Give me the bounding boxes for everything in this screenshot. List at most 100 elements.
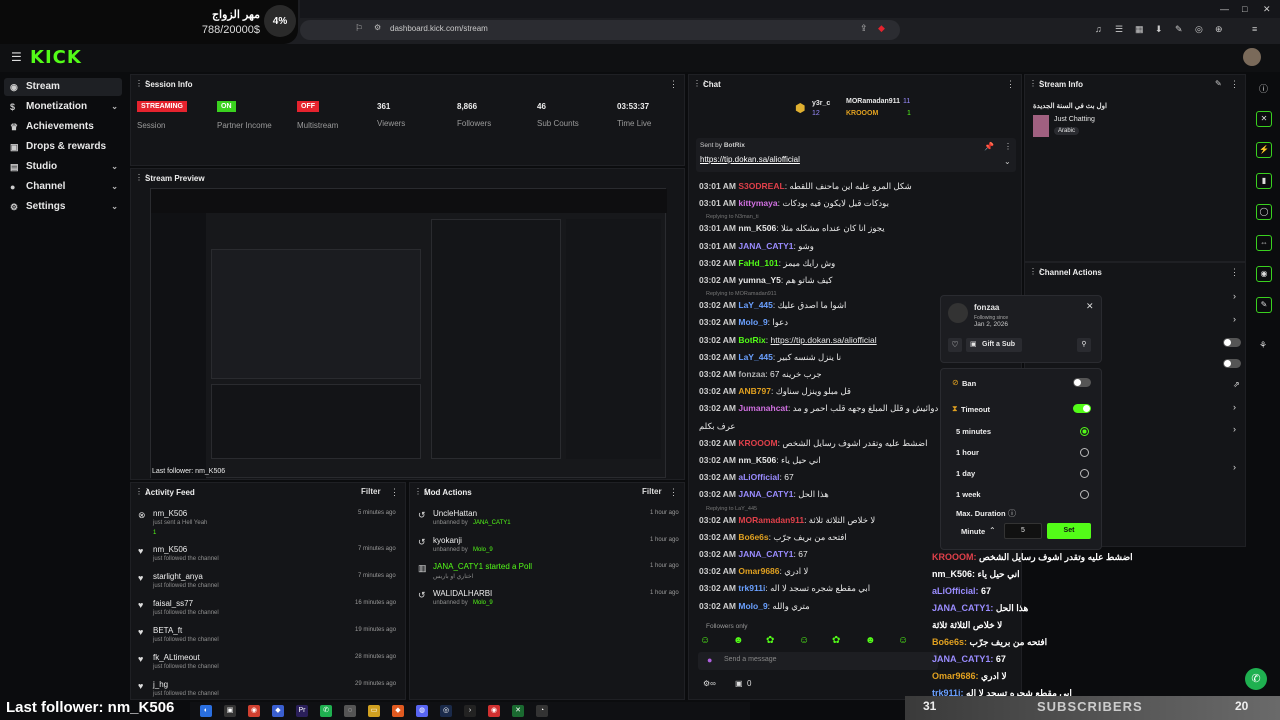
- filter-button[interactable]: Filter: [642, 487, 662, 496]
- copilot-icon[interactable]: ◐: [200, 705, 212, 717]
- duration-input[interactable]: 5: [1004, 523, 1042, 539]
- url-text[interactable]: dashboard.kick.com/stream: [390, 24, 488, 33]
- gift-sub-button[interactable]: ▣ Gift a Sub: [966, 338, 1022, 352]
- heart-icon[interactable]: ♡: [948, 338, 962, 352]
- store-icon[interactable]: ▣: [224, 705, 236, 717]
- chat-message[interactable]: 03:02 AM Molo_9: متري والله: [699, 601, 810, 612]
- kick-logo[interactable]: KICK: [30, 47, 82, 68]
- chat-message[interactable]: 03:02 AM aLiOfficial: 67: [699, 472, 794, 482]
- emote-icon[interactable]: ✿: [832, 635, 840, 646]
- chat-username[interactable]: Molo_9: [738, 317, 767, 327]
- xbox-icon[interactable]: ✕: [512, 705, 524, 717]
- extension-icon[interactable]: ✎: [1175, 24, 1183, 35]
- rail-tool-icon[interactable]: ✕: [1256, 111, 1272, 127]
- chat-message[interactable]: 03:02 AM FaHd_101: وش رايك ميمز: [699, 258, 835, 269]
- settings-icon[interactable]: ⚙∞: [703, 679, 716, 688]
- chat-message[interactable]: 03:02 AM trk911i: ابي مقطع شجره تسجد لا …: [699, 583, 870, 594]
- info-icon[interactable]: ⓘ: [1259, 82, 1268, 95]
- avatar[interactable]: [948, 303, 968, 323]
- user-card-name[interactable]: fonzaa: [974, 303, 999, 312]
- edit-icon[interactable]: ✎: [1215, 79, 1222, 88]
- maximize-icon[interactable]: □: [1242, 4, 1247, 14]
- chat-message[interactable]: 03:02 AM LaY_445: نا ينزل شنسه كبير: [699, 352, 841, 363]
- chevron-right-icon[interactable]: ›: [1233, 291, 1236, 301]
- activity-username[interactable]: nm_K506: [153, 545, 187, 554]
- stream-preview-video[interactable]: [150, 188, 667, 479]
- chat-input[interactable]: ● Send a message: [698, 652, 938, 670]
- chat-username[interactable]: Jumanahcat: [738, 403, 788, 413]
- activity-username[interactable]: starlight_anya: [153, 572, 203, 581]
- more-options-icon[interactable]: ⋮: [1230, 267, 1239, 278]
- chat-username[interactable]: nm_K506: [738, 455, 776, 465]
- chat-message[interactable]: 03:02 AM Bo6e6s: افتحه من بريف جرّب: [699, 532, 847, 543]
- chat-message[interactable]: 03:01 AM nm_K506: يجوز انا كان عنداه مشك…: [699, 223, 885, 234]
- chat-message[interactable]: 03:02 AM fonzaa: 67 جرب خرينه: [699, 369, 822, 380]
- emote-icon[interactable]: ✿: [766, 635, 774, 646]
- timeout-option[interactable]: 5 minutes: [956, 427, 991, 436]
- chat-message[interactable]: 03:02 AM LaY_445: اشوا ما اصدق عليك: [699, 300, 846, 311]
- timeout-toggle[interactable]: [1073, 404, 1091, 413]
- chat-username[interactable]: Bo6e6s: [738, 532, 768, 542]
- timeout-radio[interactable]: [1080, 427, 1089, 436]
- close-icon[interactable]: ✕: [1086, 301, 1094, 312]
- emote-icon[interactable]: ☺: [700, 635, 710, 646]
- chevron-right-icon[interactable]: ›: [1233, 402, 1236, 412]
- pinned-link[interactable]: https://tip.dokan.sa/aliofficial: [700, 155, 800, 164]
- obs-icon[interactable]: ◉: [488, 705, 500, 717]
- app-icon[interactable]: ◔: [536, 705, 548, 717]
- chat-message[interactable]: 03:02 AM yumna_Y5: كيف شاتو هم: [699, 275, 832, 286]
- chat-message[interactable]: 03:02 AM Molo_9: دعوا: [699, 317, 788, 328]
- chat-username[interactable]: kittymaya: [738, 198, 777, 208]
- chat-username[interactable]: yumna_Y5: [738, 275, 781, 285]
- chat-message[interactable]: 03:02 AM JANA_CATY1: هذا الحل: [699, 489, 829, 500]
- sidebar-item-monetization[interactable]: $ Monetization ⌄: [4, 98, 122, 116]
- more-options-icon[interactable]: ⋮: [1006, 79, 1015, 90]
- chat-message[interactable]: 03:02 AM MORamadan911: لا خلاص الثلاثة ث…: [699, 515, 875, 526]
- timeout-radio[interactable]: [1080, 448, 1089, 457]
- emote-icon[interactable]: ☺: [799, 635, 809, 646]
- gift-icon[interactable]: ▣: [735, 679, 743, 688]
- mod-target[interactable]: UncleHattan: [433, 509, 477, 518]
- chat-username[interactable]: KROOOM: [738, 438, 777, 448]
- unit-select[interactable]: Minute ⌃: [956, 524, 1001, 538]
- chat-username[interactable]: JANA_CATY1: [738, 549, 793, 559]
- filter-button[interactable]: Filter: [361, 487, 381, 496]
- brave-icon[interactable]: ◆: [392, 705, 404, 717]
- extension-icon[interactable]: ⬇: [1155, 24, 1163, 35]
- chat-username[interactable]: nm_K506: [738, 223, 776, 233]
- more-options-icon[interactable]: ⋮: [669, 487, 678, 498]
- chat-username[interactable]: BotRix: [738, 335, 765, 345]
- more-options-icon[interactable]: ⋮: [390, 487, 399, 498]
- pin-icon[interactable]: ⚲: [1077, 338, 1091, 352]
- emote-icon[interactable]: ☻: [865, 635, 876, 646]
- sidebar-item-channel[interactable]: ● Channel ⌄: [4, 178, 122, 196]
- chat-message[interactable]: 03:02 AM Omar9686: لا ادري: [699, 566, 808, 577]
- address-bar[interactable]: ⚐ ⚙ dashboard.kick.com/stream ⇪ ◆: [300, 20, 900, 40]
- broadcast-icon[interactable]: ◉: [1256, 266, 1272, 282]
- chat-username[interactable]: Molo_9: [738, 601, 767, 611]
- chat-username[interactable]: Omar9686: [738, 566, 779, 576]
- timeout-radio[interactable]: [1080, 490, 1089, 499]
- lightning-icon[interactable]: ⚡: [1256, 142, 1272, 158]
- chat-username[interactable]: JANA_CATY1: [738, 489, 793, 499]
- sidebar-item-studio[interactable]: ▤ Studio ⌄: [4, 158, 122, 176]
- mod-by[interactable]: Molo_9: [473, 600, 493, 606]
- category-name[interactable]: Just Chatting: [1054, 116, 1095, 123]
- chevron-right-icon[interactable]: ›: [1233, 424, 1236, 434]
- chat-username[interactable]: MORamadan911: [738, 515, 804, 525]
- chat-message[interactable]: 03:02 AM JANA_CATY1: 67: [699, 549, 808, 559]
- app-icon[interactable]: ◌: [344, 705, 356, 717]
- action-toggle[interactable]: [1223, 359, 1241, 368]
- whatsapp-icon[interactable]: ✆: [320, 705, 332, 717]
- close-icon[interactable]: ✕: [1263, 4, 1271, 15]
- share-icon[interactable]: ⇪: [860, 23, 868, 34]
- support-chat-icon[interactable]: ✆: [1245, 668, 1267, 690]
- chat-message[interactable]: 03:02 AM Jumanahcat: دوائيش و قلل المبلغ…: [699, 403, 938, 414]
- chat-bubble-icon[interactable]: ◯: [1256, 204, 1272, 220]
- timeout-option[interactable]: 1 week: [956, 490, 981, 499]
- more-options-icon[interactable]: ⋮: [1004, 142, 1012, 151]
- folder-icon[interactable]: ▭: [368, 705, 380, 717]
- menu-icon[interactable]: ≡: [1252, 24, 1257, 34]
- chat-message[interactable]: 03:01 AM kittymaya: بودكات قبل لايكون في…: [699, 198, 889, 209]
- timeout-radio[interactable]: [1080, 469, 1089, 478]
